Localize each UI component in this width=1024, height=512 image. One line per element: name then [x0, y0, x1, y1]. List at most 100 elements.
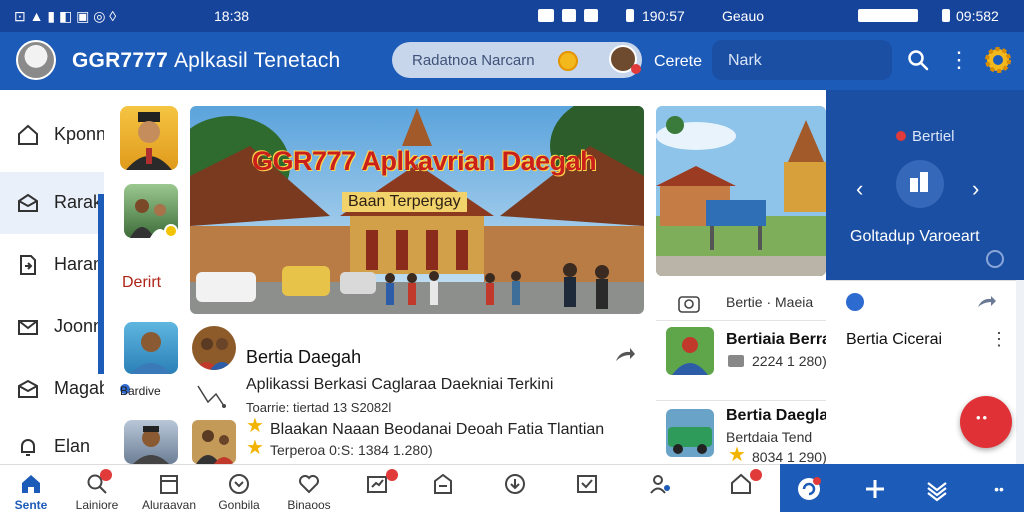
download-icon — [505, 474, 525, 494]
sidebar-item-label: Rarak — [54, 192, 103, 212]
app-title: GGR7777 Aplkasil Tenetach — [72, 49, 340, 73]
list-item[interactable]: Bertiaia Berra 2224 1 280) — [656, 320, 831, 400]
right-meta-text: Bertie · Maeia — [726, 294, 814, 310]
battery-icon-right — [942, 9, 950, 22]
hero-subtitle: Baan Terpergay — [342, 192, 467, 212]
post-meta-2: Terperoa 0:S: 1384 1.280) — [270, 442, 433, 458]
status-clock: 190:57 — [642, 8, 685, 24]
header-link[interactable]: Cerete — [654, 53, 702, 71]
featured-caption: Goltadup Varoeart — [850, 228, 980, 245]
app-subtitle: Aplkasil Tenetach — [173, 49, 341, 72]
trend-chart-icon — [197, 385, 226, 408]
featured-panel: Bertiel ‹ › Goltadup Varoeart — [826, 90, 1024, 280]
heart-rate-icon — [846, 293, 864, 311]
list-item-sub: 8034 1 290) — [752, 449, 827, 465]
app-name: GGR7777 — [72, 49, 168, 72]
more-icon[interactable]: ⋮ — [990, 329, 1008, 350]
status-bar: ⊡ ▲ ▮ ◧ ▣ ◎ ◊ 18:38 190:57 Geauo 09:582 — [0, 0, 1024, 32]
search-icon[interactable] — [906, 48, 930, 72]
nav-item-search[interactable]: Lainiore — [66, 465, 128, 512]
sidebar-item-home[interactable]: Kponn — [0, 104, 107, 166]
story-caption: Bardive — [120, 384, 161, 398]
bottom-nav: Sente Lainiore Aluraavan Gonbila Binaoos — [0, 464, 780, 512]
coin-icon[interactable] — [558, 51, 578, 71]
share-icon[interactable] — [614, 347, 636, 363]
user-icon — [728, 355, 744, 367]
people-image — [194, 338, 234, 370]
more-dots-icon[interactable]: •• — [986, 476, 1012, 502]
nav-item-gonbila[interactable]: Gonbila — [208, 465, 270, 512]
post-thumb[interactable] — [192, 420, 236, 464]
sidebar-item-magab[interactable]: Magab — [0, 358, 109, 420]
main-feed: GGR777 Aplkavrian Daegah Baan Terpergay … — [190, 90, 656, 464]
bell-icon — [21, 439, 35, 456]
pavilion-image — [656, 106, 826, 276]
battery-icon — [626, 9, 634, 22]
gear-icon[interactable] — [982, 44, 1014, 76]
nav-item-chart[interactable] — [346, 465, 408, 512]
add-icon[interactable] — [862, 476, 888, 502]
avatar[interactable] — [609, 45, 641, 74]
stories-column: Derirt Bardive — [104, 90, 190, 464]
star-icon: ★ — [246, 437, 264, 459]
more-menu-icon[interactable]: ⋮ — [948, 48, 970, 72]
nav-item-store[interactable] — [412, 465, 474, 512]
story-thumb-3[interactable] — [124, 322, 178, 374]
mail-open-icon — [18, 193, 38, 212]
post-headline[interactable]: Aplikassi Berkasi Caglaraa Daekniai Terk… — [246, 376, 553, 394]
home-icon — [18, 124, 38, 145]
right-hero-image[interactable] — [656, 106, 826, 276]
share-icon[interactable] — [976, 295, 998, 309]
notification-badge — [386, 469, 398, 481]
sidebar-item-rarak[interactable]: Rarak — [0, 172, 104, 234]
portrait-image — [126, 112, 172, 170]
list-thumb — [666, 327, 714, 375]
search-input[interactable]: Radatnoa Narcarn — [392, 42, 642, 78]
chevron-left-icon[interactable]: ‹ — [856, 176, 863, 202]
chevron-right-icon[interactable]: › — [972, 176, 979, 202]
status-icons-right — [858, 9, 918, 22]
layers-icon[interactable] — [924, 476, 950, 502]
sidebar-item-haram[interactable]: Haram — [0, 234, 108, 296]
nav-item-home[interactable]: Sente — [0, 465, 62, 512]
list-item-title: Bertiaia Berra — [726, 331, 831, 348]
nav-item-check[interactable] — [556, 465, 618, 512]
nav-item-home-badge[interactable] — [710, 465, 772, 512]
globe-icon[interactable] — [986, 250, 1004, 268]
sidebar-item-label: Kponn — [54, 124, 107, 144]
check-icon — [577, 475, 597, 493]
heart-icon — [299, 475, 319, 494]
refresh-icon[interactable] — [796, 476, 822, 502]
notification-badge — [100, 469, 112, 481]
nav-item-calendar[interactable]: Aluraavan — [138, 465, 200, 512]
secondary-search-input[interactable]: Nark — [712, 40, 892, 80]
app-logo[interactable] — [16, 40, 56, 80]
sidebar-item-joonne[interactable]: Joonne — [0, 296, 113, 358]
story-badge — [164, 224, 178, 238]
status-time-right: 09:582 — [956, 8, 999, 24]
app-root: ⊡ ▲ ▮ ◧ ▣ ◎ ◊ 18:38 190:57 Geauo 09:582 … — [0, 0, 1024, 512]
nav-item-download[interactable] — [484, 465, 546, 512]
nav-item-binaoos[interactable]: Binaoos — [278, 465, 340, 512]
hero-banner[interactable]: GGR777 Aplkavrian Daegah Baan Terpergay — [190, 106, 644, 314]
hero-title: GGR777 Aplkavrian Daegah — [252, 146, 597, 176]
home-icon — [22, 475, 40, 493]
file-arrow-icon — [20, 255, 36, 275]
stories-label: Derirt — [122, 274, 162, 291]
post-headline-2[interactable]: Blaakan Naaan Beodanai Deoah Fatia Tlant… — [270, 421, 604, 439]
nav-item-people[interactable] — [630, 465, 692, 512]
fab-button[interactable] — [960, 396, 1012, 448]
people-icon — [650, 475, 670, 494]
person-image — [133, 426, 169, 464]
story-thumb-4[interactable] — [124, 420, 178, 464]
chart-button[interactable] — [896, 160, 944, 208]
list-item-sub: Bertdaia Tend — [726, 429, 813, 445]
status-center-label: Geauo — [722, 8, 765, 24]
list-item-sub: 2224 1 280) — [752, 353, 827, 369]
star-icon: ★ — [246, 415, 264, 437]
story-thumb-official[interactable] — [120, 106, 178, 170]
right-meta: Bertie · Maeia — [678, 293, 826, 317]
people-image — [196, 430, 234, 464]
post-avatar[interactable] — [192, 326, 236, 370]
post-author[interactable]: Bertia Daegah — [246, 347, 361, 368]
